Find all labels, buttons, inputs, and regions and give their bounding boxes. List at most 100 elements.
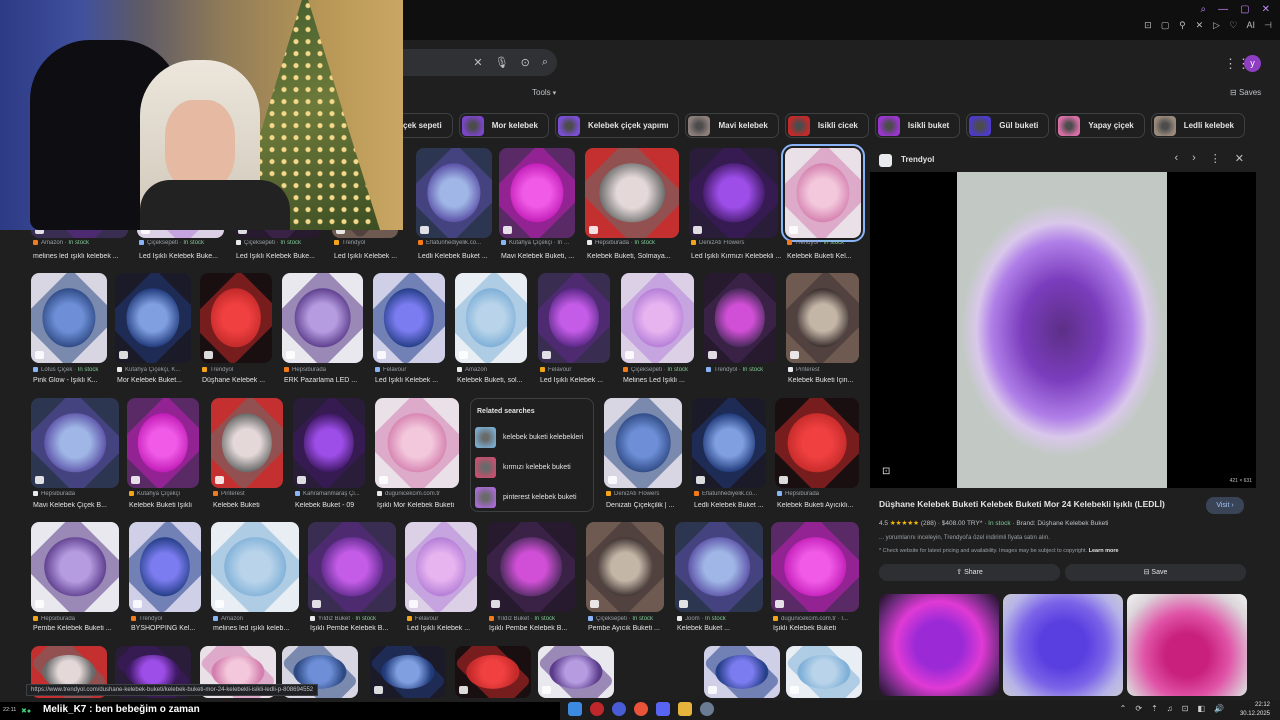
preview-image-area[interactable]: ⊡ 421 × 631 — [870, 172, 1256, 488]
result-source[interactable]: Yıldız Buket · In stock — [489, 616, 581, 622]
app-icon[interactable] — [700, 702, 714, 716]
search-tabs-icon[interactable]: ⌕ — [1201, 4, 1207, 15]
result-title[interactable]: Led Işıklı Kelebek ... — [375, 377, 451, 384]
result-title[interactable]: Led Işıklı Kırmızı Kelebekli ... — [691, 253, 784, 260]
result-source[interactable]: Çiçeksepeti · In stock — [588, 616, 670, 622]
result-source[interactable]: Hepsiburada — [33, 491, 125, 497]
result-title[interactable]: Kelebek Buketi Ayıcıklı... — [777, 502, 865, 509]
result-thumbnail[interactable] — [586, 522, 664, 612]
heart-icon[interactable]: ♡ — [1229, 20, 1237, 31]
translate-icon[interactable]: ⚲ — [1178, 20, 1186, 31]
result-source[interactable]: Trendyol — [334, 240, 404, 246]
suggestion-chip[interactable]: Isikli buket — [874, 113, 961, 138]
result-source[interactable]: Pinterest — [213, 491, 289, 497]
result-source[interactable]: Pinterest — [788, 367, 865, 373]
result-source[interactable]: Kütahya Çiçekçi · In ... — [501, 240, 581, 246]
result-thumbnail[interactable] — [538, 646, 614, 698]
music-icon[interactable]: ♫ — [1167, 704, 1173, 713]
saves-link[interactable]: ⊟ Saves — [1230, 88, 1261, 97]
result-title[interactable]: Mavi Kelebek Buketi, ... — [501, 253, 581, 260]
result-source[interactable]: Joom · In stock — [677, 616, 769, 622]
result-thumbnail[interactable] — [211, 522, 299, 612]
result-title[interactable]: Işıklı Kelebek Buketi — [773, 625, 865, 632]
result-thumbnail[interactable] — [604, 398, 682, 488]
result-title[interactable]: Pink Glow - Işıklı K... — [33, 377, 113, 384]
network-icon[interactable]: ◧ — [1197, 704, 1205, 713]
result-source[interactable]: Amazon — [457, 367, 533, 373]
upload-icon[interactable]: ⇡ — [1151, 704, 1158, 713]
result-thumbnail[interactable] — [31, 273, 107, 363]
result-thumbnail[interactable] — [621, 273, 694, 363]
result-thumbnail[interactable] — [375, 398, 459, 488]
result-thumbnail[interactable] — [370, 646, 446, 698]
result-thumbnail[interactable] — [308, 522, 396, 612]
result-title[interactable]: Led Işıklı Kelebek Buke... — [236, 253, 327, 260]
result-source[interactable]: Kahramanmaraş Çi... — [295, 491, 371, 497]
result-thumbnail[interactable] — [127, 398, 199, 488]
result-thumbnail[interactable] — [200, 273, 272, 363]
result-source[interactable]: Eflatunhediyelik.co... — [694, 491, 772, 497]
result-title[interactable]: Kelebek Buketi Kel... — [787, 253, 867, 260]
result-thumbnail[interactable] — [771, 522, 859, 612]
opera-icon[interactable] — [590, 702, 604, 716]
result-title[interactable]: Işıklı Pembe Kelebek B... — [310, 625, 402, 632]
result-thumbnail[interactable] — [115, 273, 191, 363]
result-source[interactable]: Amazon · In stock — [33, 240, 134, 246]
result-thumbnail[interactable] — [786, 273, 859, 363]
result-thumbnail[interactable] — [405, 522, 477, 612]
result-source[interactable]: DenizAtı Flowers — [606, 491, 688, 497]
related-search-item[interactable]: kırmızı kelebek buketi — [475, 455, 591, 479]
related-image[interactable] — [1127, 594, 1247, 696]
save-button[interactable]: ⊟ Save — [1065, 564, 1246, 581]
result-thumbnail[interactable] — [692, 398, 766, 488]
result-title[interactable]: Mor Kelebek Buket... — [117, 377, 197, 384]
result-source[interactable]: Çiçeksepeti · In stock — [623, 367, 700, 373]
start-icon[interactable] — [568, 702, 582, 716]
result-title[interactable]: Denizatı Çiçekçilik | ... — [606, 502, 688, 509]
result-title[interactable]: Işıklı Pembe Kelebek B... — [489, 625, 581, 632]
result-source[interactable]: Hepsiburada · In stock — [587, 240, 685, 246]
result-thumbnail[interactable] — [499, 148, 575, 238]
result-thumbnail[interactable] — [786, 646, 862, 698]
suggestion-chip[interactable]: Yapay çiçek — [1055, 113, 1145, 138]
result-source[interactable]: Kütahya Çiçekçi, K... — [117, 367, 197, 373]
share-icon[interactable]: ⊣ — [1264, 20, 1272, 31]
result-thumbnail[interactable] — [455, 646, 531, 698]
result-title[interactable]: Işıklı Mor Kelebek Buketi — [377, 502, 465, 509]
tray-arrow-icon[interactable]: ⌃ — [1120, 704, 1127, 713]
avatar[interactable]: y — [1244, 55, 1261, 72]
result-title[interactable]: Kelebek Buket ... — [677, 625, 769, 632]
result-source[interactable]: Hepsiburada — [284, 367, 369, 373]
result-title[interactable]: Led Işıklı Kelebek ... — [540, 377, 616, 384]
tools-icon[interactable]: ✕ — [1195, 20, 1204, 31]
result-source[interactable]: Amazon — [213, 616, 305, 622]
related-image[interactable] — [879, 594, 999, 696]
result-source[interactable]: DenizAtı Flowers — [691, 240, 784, 246]
suggestion-chip[interactable]: Ledli kelebek — [1150, 113, 1245, 138]
result-thumbnail[interactable] — [31, 398, 119, 488]
ai-icon[interactable]: AI — [1246, 20, 1255, 31]
result-title[interactable]: Ledli Kelebek Buket ... — [418, 253, 498, 260]
previous-icon[interactable]: ‹ — [1174, 152, 1178, 165]
play-icon[interactable]: ▷ — [1212, 20, 1220, 31]
more-icon[interactable]: ⋮ — [1210, 152, 1221, 165]
result-source[interactable]: Çiçeksepeti · In stock — [139, 240, 230, 246]
result-title[interactable]: Kelebek Buketi İçin... — [788, 377, 865, 384]
display-icon[interactable]: ⊡ — [1182, 704, 1189, 713]
result-source[interactable]: Yıldız Buket · In stock — [310, 616, 402, 622]
visit-button[interactable]: Visit › — [1206, 497, 1244, 514]
result-thumbnail[interactable] — [704, 646, 780, 698]
clock[interactable]: 22:12 30.12.2025 — [1240, 701, 1270, 719]
result-title[interactable]: Pembe Ayıcık Buketi ... — [588, 625, 670, 632]
result-thumbnail[interactable] — [211, 398, 283, 488]
result-title[interactable]: melines led ışıklı kelebek ... — [33, 253, 134, 260]
next-icon[interactable]: › — [1192, 152, 1196, 165]
result-title[interactable]: Mavi Kelebek Çiçek B... — [33, 502, 125, 509]
result-source[interactable]: Trendyol — [131, 616, 207, 622]
bookmark-icon[interactable]: ⊡ — [1144, 20, 1152, 31]
result-source[interactable]: Kütahya Çiçekçi — [129, 491, 205, 497]
result-thumbnail[interactable] — [416, 148, 492, 238]
result-title[interactable]: Led Işıklı Kelebek ... — [334, 253, 404, 260]
result-source[interactable]: Trendyol · In stock — [706, 367, 782, 373]
result-source[interactable]: Trendyol · In stock — [787, 240, 867, 246]
